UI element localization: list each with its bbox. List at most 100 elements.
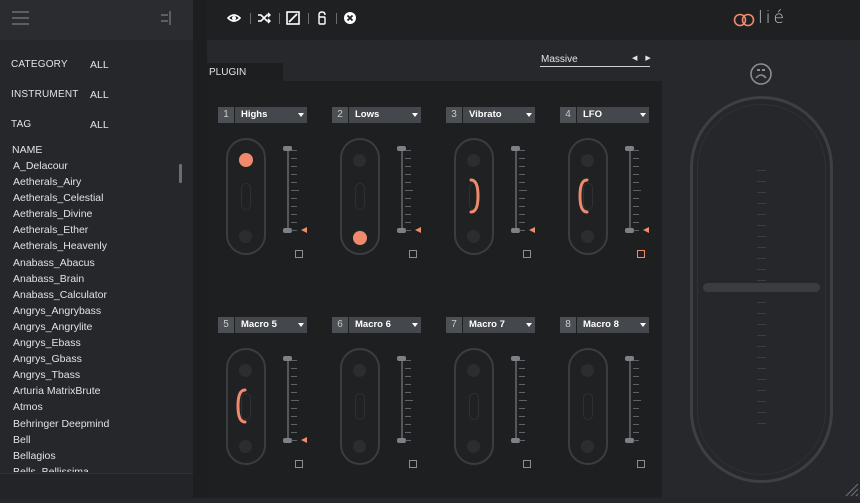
knob-indicator [469,178,481,214]
macro-slider[interactable] [515,148,517,230]
collapse-sidebar-icon[interactable] [160,11,172,25]
slider-tick [519,432,525,433]
list-item[interactable]: Bellagios [13,448,178,464]
knob-ghost-top [353,364,366,377]
slider-tick [633,384,639,385]
macro-slider[interactable] [515,358,517,440]
slider-tick [291,198,297,199]
xy-scale-tick [757,247,766,248]
category-label: CATEGORY [11,59,68,70]
slider-tick [633,206,639,207]
macro-select[interactable]: Vibrato [463,107,535,123]
macro-slider[interactable] [287,358,289,440]
list-item[interactable]: Angrys_Ebass [13,335,178,351]
slider-tick [405,174,411,175]
list-item[interactable]: Anabass_Abacus [13,255,178,271]
xy-scale-tick [757,324,766,325]
slider-tick [519,174,525,175]
menu-icon[interactable] [12,11,29,25]
knob-ghost-center [469,393,479,420]
list-item[interactable]: Aetherals_Ether [13,222,178,238]
macro-select[interactable]: Macro 5 [235,317,307,333]
list-item[interactable]: Angrys_Gbass [13,351,178,367]
list-item[interactable]: Anabass_Brain [13,271,178,287]
slider-tick [291,158,297,159]
list-item[interactable]: Angrys_Angrybass [13,303,178,319]
knob-ghost-top [581,364,594,377]
slider-tick [633,408,639,409]
macro-toggle[interactable] [637,250,645,258]
resize-grip-icon[interactable] [836,474,860,498]
slider-tick [405,392,411,393]
macro-select[interactable]: Macro 6 [349,317,421,333]
close-circle-icon[interactable] [343,11,357,25]
xy-scale-tick [757,258,766,259]
macro-slider[interactable] [629,148,631,230]
knob-ghost-top [467,364,480,377]
xy-scale-tick [757,225,766,226]
list-item[interactable]: Angrys_Angrylite [13,319,178,335]
slider-tick [519,230,525,231]
xy-scale-tick [757,346,766,347]
list-item[interactable]: Aetherals_Celestial [13,190,178,206]
knob-ghost-top [581,154,594,167]
slider-tick [291,400,299,401]
macro-select[interactable]: LFO [577,107,649,123]
slider-tick [405,166,411,167]
tag-filter[interactable]: ALL [90,119,109,131]
knob-ghost-bottom [467,440,480,453]
list-item[interactable]: Anabass_Calculator [13,287,178,303]
category-filter[interactable]: ALL [90,59,109,71]
macro-select-label: Highs [241,109,268,120]
list-item[interactable]: Behringer Deepmind [13,416,178,432]
macro-slider[interactable] [629,358,631,440]
macro-select[interactable]: Highs [235,107,307,123]
macro-toggle[interactable] [523,460,531,468]
list-item[interactable]: Aetherals_Airy [13,174,178,190]
knob-ghost-bottom [581,440,594,453]
chevron-down-icon [298,323,304,327]
macro-number: 8 [560,317,576,333]
macro-number: 7 [446,317,462,333]
macro-toggle[interactable] [409,250,417,258]
list-item[interactable]: Angrys_Tbass [13,367,178,383]
slider-tick [291,174,297,175]
instrument-filter[interactable]: ALL [90,89,109,101]
slider-tick [291,182,297,183]
sidebar-divider[interactable] [193,0,207,498]
slider-tick [405,360,411,361]
macro-select[interactable]: Macro 8 [577,317,649,333]
macro-slider[interactable] [287,148,289,230]
macro-slider[interactable] [401,148,403,230]
xy-scale-tick [757,379,766,380]
preset-list-scrollbar[interactable] [179,164,182,183]
list-item[interactable]: Bell [13,432,178,448]
list-item[interactable]: Aetherals_Heavenly [13,238,178,254]
list-item[interactable]: Arturia MatrixBrute [13,383,178,399]
slider-tick [291,166,297,167]
slider-tick [633,230,639,231]
macro-toggle[interactable] [637,460,645,468]
shuffle-icon[interactable] [257,11,271,25]
eye-icon[interactable] [226,11,242,25]
list-item[interactable]: A_Delacour [13,158,178,174]
face-icon[interactable] [750,63,772,85]
macro-select[interactable]: Macro 7 [463,317,535,333]
xy-scale-tick [757,203,766,204]
xy-pad-handle[interactable] [703,283,820,292]
lock-icon[interactable] [315,11,329,25]
list-item[interactable]: Atmos [13,399,178,415]
edit-icon[interactable] [286,11,300,25]
macro-select[interactable]: Lows [349,107,421,123]
macro-toggle[interactable] [295,460,303,468]
macro-toggle[interactable] [409,460,417,468]
chevron-down-icon [412,113,418,117]
macro-toggle[interactable] [523,250,531,258]
macro-slider[interactable] [401,358,403,440]
macro-toggle[interactable] [295,250,303,258]
slider-tick [633,376,639,377]
list-item[interactable]: Bells_Bellissima [13,464,178,472]
list-item[interactable]: Aetherals_Divine [13,206,178,222]
slider-tick [291,214,297,215]
plugin-nav-arrows[interactable]: ◀ ▶ [632,54,654,62]
